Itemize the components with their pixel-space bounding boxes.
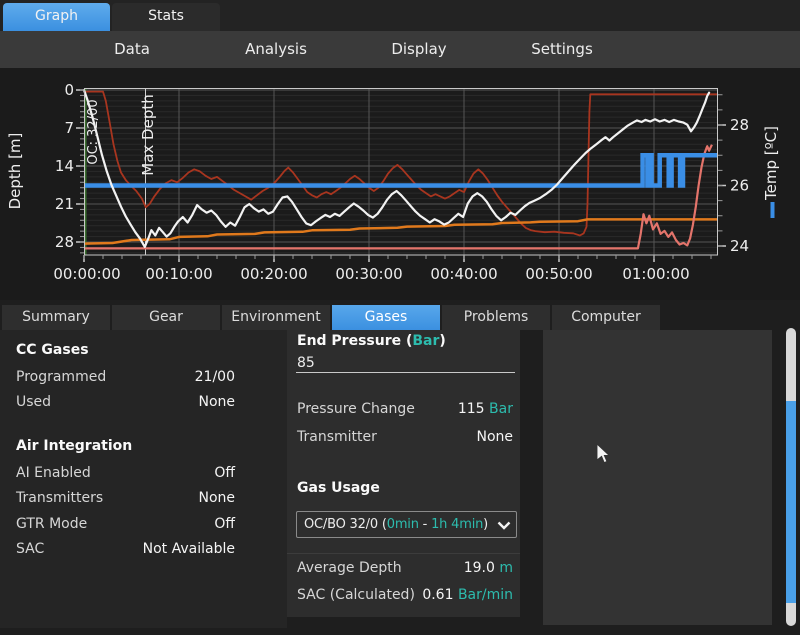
gases-middle-panel: End Pressure (Bar) 85 Pressure Change 11… [287, 330, 520, 617]
menu-item-analysis[interactable]: Analysis [236, 31, 316, 68]
row-sac-calculated: SAC (Calculated) 0.61 Bar/min [297, 587, 513, 605]
row-transmitter: Transmitter None [297, 429, 513, 447]
usage-divider [287, 553, 520, 554]
transmitters-value: None [198, 490, 235, 508]
end-pressure-input-underline [296, 372, 515, 373]
grid-layer [85, 89, 717, 255]
scrollbar-thumb[interactable] [786, 401, 796, 603]
temp-tick-26: 26 [730, 177, 749, 195]
menu-item-data[interactable]: Data [100, 31, 164, 68]
transmitter-label: Transmitter [297, 429, 377, 447]
view-tab-bar: Graph Stats [0, 0, 800, 31]
vertical-scrollbar[interactable] [786, 328, 796, 626]
time-tick-0: 00:00:00 [53, 265, 120, 283]
tab-computer[interactable]: Computer [552, 305, 660, 330]
menu-item-display[interactable]: Display [379, 31, 459, 68]
gtr-mode-value: Off [214, 516, 235, 534]
tab-problems[interactable]: Problems [442, 305, 550, 330]
tab-summary[interactable]: Summary [2, 305, 110, 330]
max-depth-label: Max Depth [139, 94, 157, 175]
temp-axis-title: Temp [ºC] [762, 126, 780, 201]
tab-gear[interactable]: Gear [112, 305, 220, 330]
mouse-cursor-icon [596, 443, 612, 465]
gas-dropdown-text: OC/BO 32/0 (0min - 1h 4min) [304, 517, 488, 532]
end-pressure-input[interactable]: 85 [297, 355, 315, 371]
temp-tick-28: 28 [730, 116, 749, 134]
used-value: None [198, 394, 235, 412]
ai-enabled-label: AI Enabled [16, 465, 91, 483]
gases-right-panel [543, 330, 772, 625]
depth-axis-title: Depth [m] [6, 133, 24, 210]
tab-graph[interactable]: Graph [3, 3, 110, 31]
depth-tick-14: 14 [55, 157, 74, 175]
dive-log-app: Graph Stats Data Analysis Display Settin… [0, 0, 800, 635]
row-transmitters: Transmitters None [16, 490, 235, 508]
sac-calculated-label: SAC (Calculated) [297, 587, 415, 605]
depth-tick-28: 28 [55, 233, 74, 251]
tab-gases[interactable]: Gases [332, 305, 440, 330]
sac-calculated-value: 0.61 Bar/min [422, 587, 513, 605]
sac-value: Not Available [143, 541, 235, 559]
used-label: Used [16, 394, 51, 412]
gas-usage-dropdown[interactable]: OC/BO 32/0 (0min - 1h 4min) [296, 511, 517, 538]
average-depth-label: Average Depth [297, 560, 402, 578]
average-depth-value: 19.0 m [464, 560, 513, 578]
row-sac: SAC Not Available [16, 541, 235, 559]
sac-label: SAC [16, 541, 44, 559]
pressure-change-value: 115 Bar [458, 401, 513, 419]
menu-bar: Data Analysis Display Settings [0, 31, 800, 68]
detail-section: Summary Gear Environment Gases Problems … [0, 300, 800, 635]
chevron-down-icon [497, 521, 511, 530]
sac-calculated-unit: Bar/min [458, 587, 513, 603]
depth-tick-0: 0 [64, 81, 74, 99]
end-pressure-label-post: ) [439, 333, 445, 349]
dive-profile-svg: Depth [m] Temp [ºC] 0 7 14 21 28 24 26 2… [0, 68, 800, 300]
tab-stats[interactable]: Stats [112, 3, 220, 31]
ai-enabled-value: Off [214, 465, 235, 483]
transmitters-label: Transmitters [16, 490, 103, 508]
row-gtr-mode: GTR Mode Off [16, 516, 235, 534]
row-pressure-change: Pressure Change 115 Bar [297, 401, 513, 419]
row-ai-enabled: AI Enabled Off [16, 465, 235, 483]
gas-marker-label: OC: 32/00 [86, 99, 101, 164]
row-used: Used None [16, 394, 235, 412]
section-cc-gases: CC Gases [16, 342, 89, 358]
end-pressure-heading: End Pressure (Bar) [297, 333, 446, 349]
time-tick-20: 00:20:00 [240, 265, 307, 283]
menu-item-settings[interactable]: Settings [522, 31, 602, 68]
time-tick-30: 00:30:00 [335, 265, 402, 283]
time-tick-40: 00:40:00 [430, 265, 497, 283]
detail-tab-bar: Summary Gear Environment Gases Problems … [0, 304, 800, 331]
gtr-mode-label: GTR Mode [16, 516, 87, 534]
depth-tick-7: 7 [64, 119, 74, 137]
gases-left-panel: CC Gases Programmed 21/00 Used None Air … [0, 330, 287, 628]
row-programmed: Programmed 21/00 [16, 369, 235, 387]
row-average-depth: Average Depth 19.0 m [297, 560, 513, 578]
programmed-value: 21/00 [195, 369, 235, 387]
average-depth-unit: m [499, 560, 513, 576]
section-air-integration: Air Integration [16, 438, 132, 454]
time-tick-60: 01:00:00 [622, 265, 689, 283]
dive-profile-chart[interactable]: Depth [m] Temp [ºC] 0 7 14 21 28 24 26 2… [0, 68, 800, 300]
transmitter-value: None [476, 429, 513, 447]
pressure-change-unit: Bar [489, 401, 513, 417]
end-pressure-label-pre: End Pressure ( [297, 333, 412, 349]
tab-environment[interactable]: Environment [222, 305, 330, 330]
depth-series-line [84, 90, 709, 247]
temp-tick-24: 24 [730, 237, 749, 255]
time-tick-50: 00:50:00 [525, 265, 592, 283]
pressure-change-label: Pressure Change [297, 401, 415, 419]
time-tick-10: 00:10:00 [145, 265, 212, 283]
gas-usage-heading: Gas Usage [297, 480, 380, 496]
red-series-line [85, 92, 718, 236]
end-pressure-unit: Bar [412, 333, 439, 349]
programmed-label: Programmed [16, 369, 106, 387]
depth-tick-21: 21 [55, 195, 74, 213]
